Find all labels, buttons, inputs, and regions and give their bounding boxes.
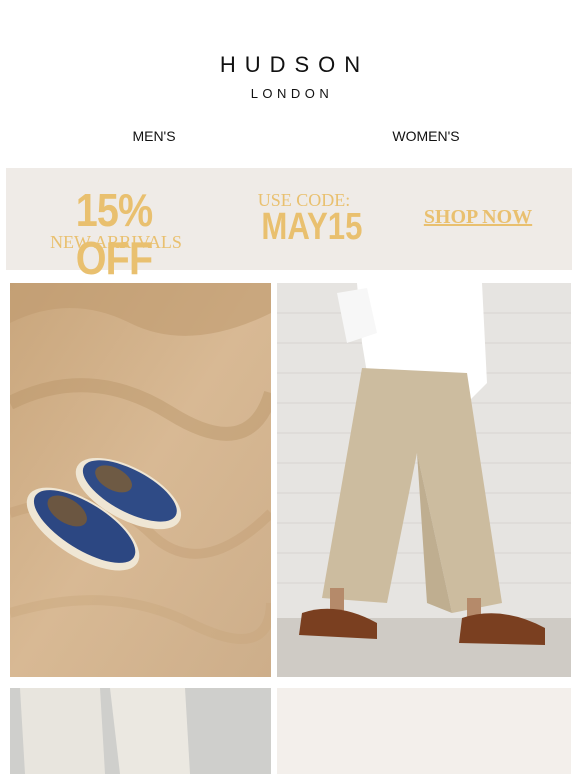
- linen-trousers-sandals-photo: [277, 283, 571, 677]
- brand-logo-sub: LONDON: [250, 86, 334, 101]
- promo-code: MAY15: [261, 206, 363, 248]
- nav-link-womens[interactable]: WOMEN'S: [326, 128, 526, 144]
- brand-logo[interactable]: HUDSON: [0, 52, 580, 78]
- linen-trousers-detail-photo: [10, 688, 271, 774]
- nav-link-mens[interactable]: MEN'S: [54, 128, 254, 144]
- blank-placeholder-photo: [277, 688, 571, 774]
- promo-subline: NEW ARRIVALS: [50, 232, 182, 252]
- product-image-3[interactable]: [10, 688, 271, 774]
- product-image-4[interactable]: [277, 688, 571, 774]
- promo-banner[interactable]: 15% OFF NEW ARRIVALS USE CODE: MAY15 SHO…: [6, 168, 572, 282]
- womens-product-image[interactable]: [277, 283, 571, 677]
- mens-product-image[interactable]: [10, 283, 271, 677]
- email-header: HUDSON LONDON: [0, 0, 580, 120]
- shop-now-link[interactable]: SHOP NOW: [418, 206, 538, 229]
- espadrille-shoes-on-sand-photo: [10, 283, 271, 677]
- category-nav: MEN'S WOMEN'S: [0, 128, 580, 148]
